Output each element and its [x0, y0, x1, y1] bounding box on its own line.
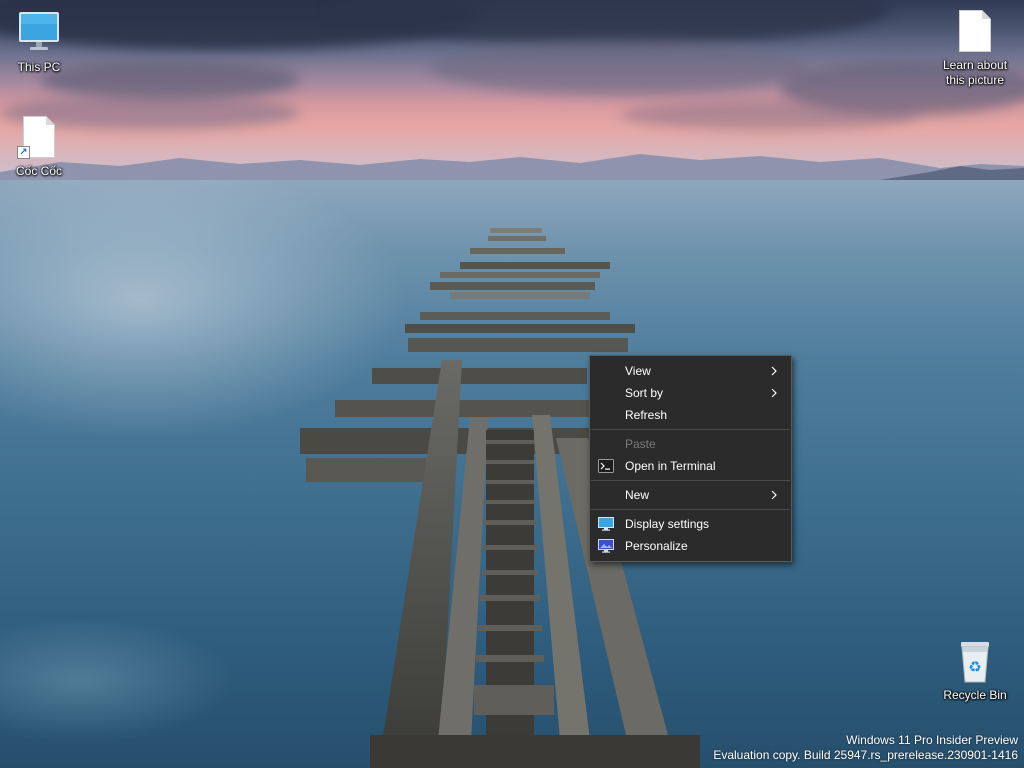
- monitor-icon: [15, 10, 63, 58]
- wallpaper-pier: [300, 228, 700, 768]
- personalize-icon: [598, 539, 614, 553]
- display-settings-icon: [598, 517, 614, 531]
- menu-item-label: Paste: [625, 437, 656, 451]
- menu-separator: [591, 480, 790, 481]
- desktop-icon-recycle-bin[interactable]: ♻ Recycle Bin: [937, 638, 1013, 703]
- document-shortcut-icon: ↗: [15, 114, 63, 162]
- menu-item-display-settings[interactable]: Display settings: [590, 513, 791, 535]
- desktop-icon-coc-coc[interactable]: ↗ Cốc Cốc: [1, 114, 77, 179]
- menu-item-refresh[interactable]: Refresh: [590, 404, 791, 426]
- menu-item-new[interactable]: New: [590, 484, 791, 506]
- menu-item-sort-by[interactable]: Sort by: [590, 382, 791, 404]
- menu-item-label: Open in Terminal: [625, 459, 716, 473]
- menu-item-personalize[interactable]: Personalize: [590, 535, 791, 557]
- chevron-right-icon: [771, 388, 777, 398]
- menu-item-label: Sort by: [625, 386, 664, 400]
- menu-item-label: View: [625, 364, 651, 378]
- recycle-bin-icon: ♻: [951, 638, 999, 686]
- menu-item-label: Personalize: [625, 539, 688, 553]
- desktop-icon-label: Learn about this picture: [942, 58, 1008, 87]
- menu-separator: [591, 509, 790, 510]
- desktop-icon-label: Recycle Bin: [943, 688, 1007, 702]
- desktop-wallpaper[interactable]: [0, 0, 1024, 768]
- desktop-icon-this-pc[interactable]: This PC: [1, 10, 77, 75]
- terminal-icon: [598, 459, 614, 473]
- desktop-icon-label: Cốc Cốc: [15, 164, 62, 178]
- windows-evaluation-watermark: Windows 11 Pro Insider Preview Evaluatio…: [713, 733, 1018, 763]
- svg-text:♻: ♻: [968, 658, 981, 676]
- shortcut-arrow-icon: ↗: [17, 146, 30, 159]
- menu-separator: [591, 429, 790, 430]
- desktop-icon-label: This PC: [17, 60, 61, 74]
- desktop-context-menu: View Sort by Refresh Paste Open in Termi…: [589, 355, 792, 562]
- menu-item-label: New: [625, 488, 650, 502]
- watermark-edition: Windows 11 Pro Insider Preview: [846, 733, 1018, 747]
- watermark-build: Evaluation copy. Build 25947.rs_prerelea…: [713, 748, 1018, 762]
- chevron-right-icon: [771, 490, 777, 500]
- desktop-icon-learn-about-picture[interactable]: Learn about this picture: [937, 8, 1013, 88]
- menu-item-view[interactable]: View: [590, 360, 791, 382]
- chevron-right-icon: [771, 366, 777, 376]
- menu-item-label: Refresh: [625, 408, 668, 422]
- document-icon: [951, 8, 999, 56]
- menu-item-paste[interactable]: Paste: [590, 433, 791, 455]
- menu-item-label: Display settings: [625, 517, 710, 531]
- menu-item-open-in-terminal[interactable]: Open in Terminal: [590, 455, 791, 477]
